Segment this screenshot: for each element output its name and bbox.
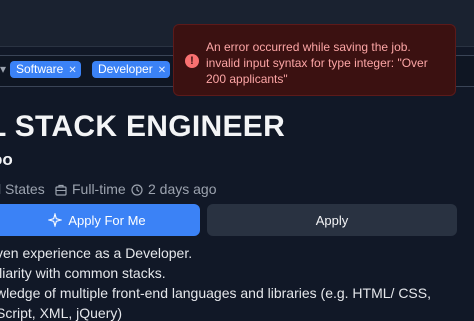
remove-tag-icon[interactable]: ✕ [68, 62, 76, 79]
job-title: L STACK ENGINEER [0, 110, 286, 143]
tag-label: Developer [98, 62, 153, 76]
job-type: Full-time [55, 180, 126, 198]
description-line: wledge of multiple front-end languages a… [0, 285, 431, 301]
description-line: Script, XML, jQuery) [0, 305, 123, 321]
apply-for-me-button[interactable]: Apply For Me [0, 204, 200, 236]
chevron-right-icon: ▾ [0, 62, 7, 76]
briefcase-icon [55, 184, 67, 196]
job-type-label: Full-time [72, 181, 126, 197]
posted-label: 2 days ago [148, 181, 217, 197]
sparkle-icon [48, 213, 63, 227]
job-location: l States [0, 180, 45, 198]
error-message: An error occurred while saving the job. … [206, 40, 428, 86]
description-line: ven experience as a Developer. [0, 245, 193, 261]
tag-software: Software ✕ [10, 61, 81, 78]
error-icon: ! [185, 54, 199, 68]
clock-icon [131, 184, 143, 196]
apply-label: Apply [315, 212, 349, 228]
job-posted: 2 days ago [131, 180, 217, 198]
apply-button[interactable]: Apply [207, 204, 457, 236]
location-label: l States [0, 181, 45, 197]
error-toast: ! An error occurred while saving the job… [173, 24, 456, 96]
company-name: oo [0, 150, 13, 169]
description-line: iliarity with common stacks. [0, 265, 166, 281]
tag-label: Software [16, 62, 64, 76]
apply-for-me-label: Apply For Me [68, 212, 146, 228]
tag-developer: Developer ✕ [92, 61, 171, 79]
remove-tag-icon[interactable]: ✕ [158, 62, 166, 79]
